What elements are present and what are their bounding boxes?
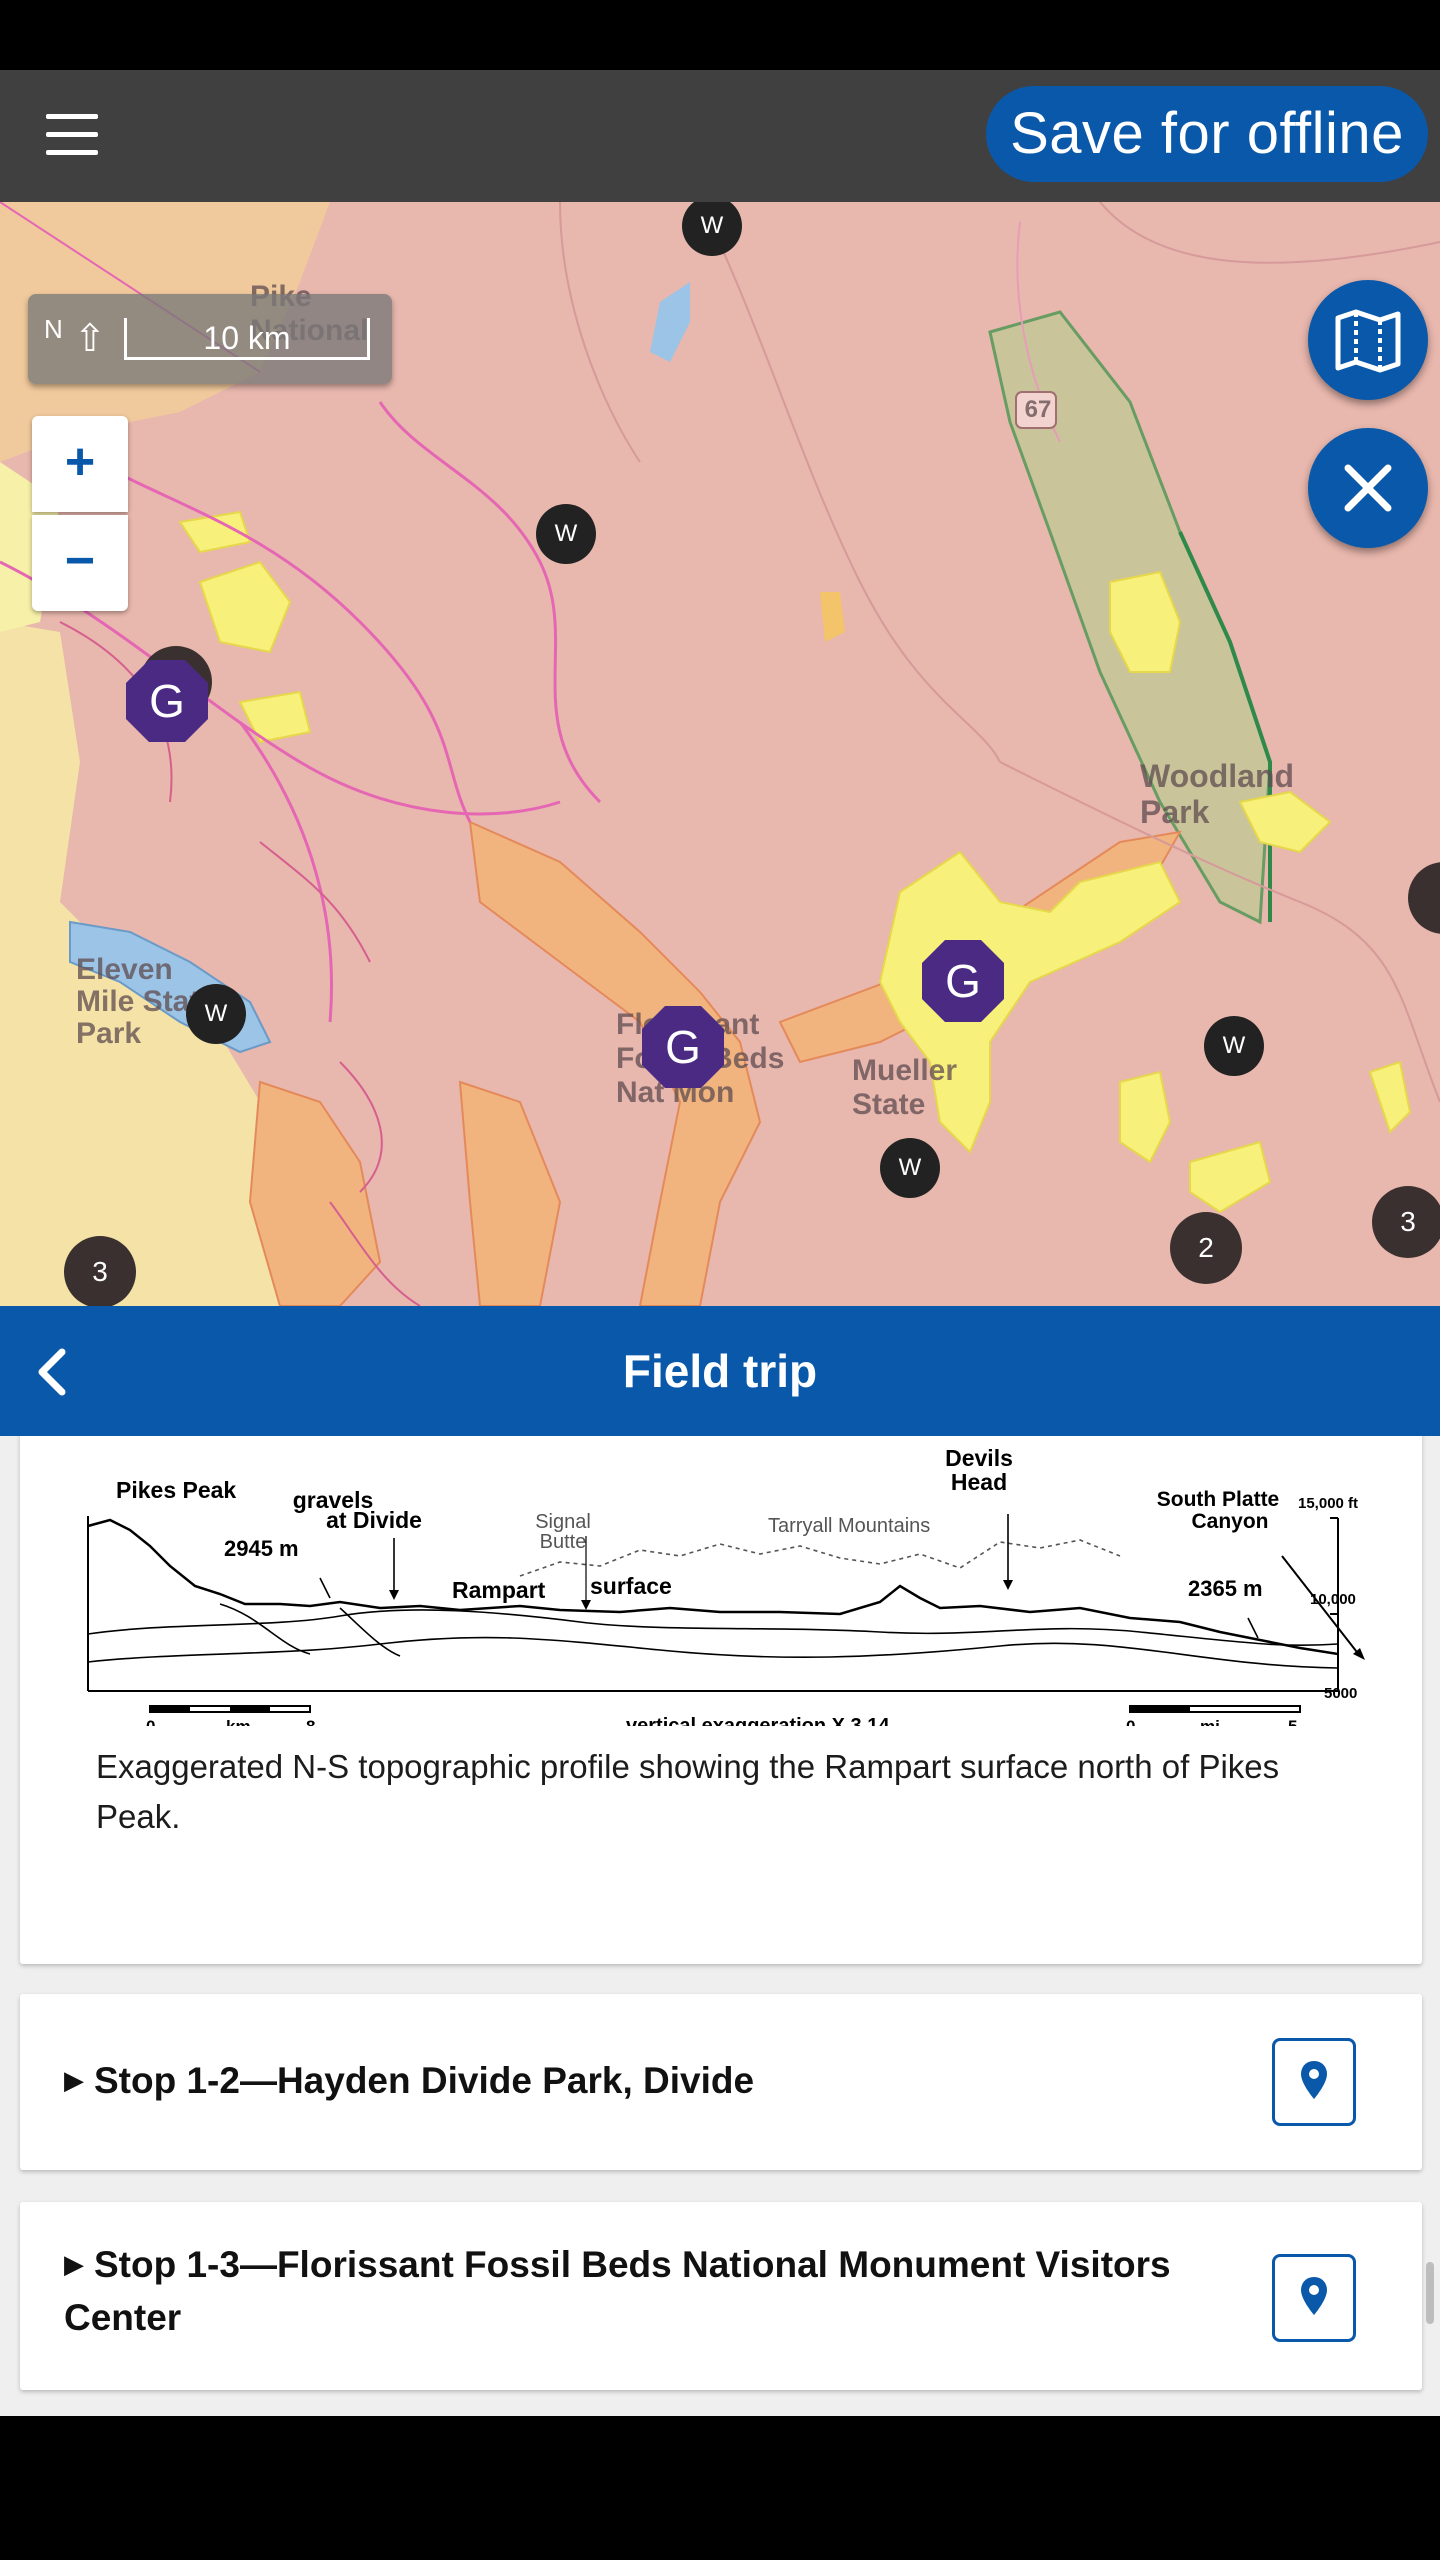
panel-header: Field trip (0, 1306, 1440, 1436)
label-mi-unit: mi (1200, 1717, 1220, 1726)
cluster-marker[interactable]: 2 (1170, 1212, 1242, 1284)
hamburger-menu-icon[interactable] (42, 112, 102, 160)
map-label-mueller-state: Mueller State (852, 1054, 958, 1121)
label-elev-2365: 2365 m (1188, 1576, 1263, 1601)
stop-card[interactable]: ▶ Stop 1-3—Florissant Fossil Beds Nationa… (20, 2202, 1422, 2390)
waypoint-marker[interactable]: W (186, 984, 246, 1044)
show-on-map-button[interactable] (1272, 2254, 1356, 2342)
show-on-map-button[interactable] (1272, 2038, 1356, 2126)
label-km-0: 0 (146, 1717, 155, 1726)
stop-card[interactable]: ▶ Stop 1-2—Hayden Divide Park, Divide (20, 1994, 1422, 2170)
back-button[interactable] (18, 1336, 88, 1406)
geology-stop-marker[interactable]: G (920, 938, 1006, 1024)
location-pin-icon (1301, 2061, 1327, 2099)
scale-distance: 10 km (124, 318, 370, 360)
north-label: N (44, 314, 63, 344)
label-vertical-exaggeration: vertical exaggeration X 3.14 (626, 1715, 890, 1726)
zoom-in-button[interactable]: + (32, 416, 128, 512)
stop-title: ▶ Stop 1-3—Florissant Fossil Beds Nationa… (64, 2244, 1171, 2338)
zoom-out-button[interactable]: − (32, 515, 128, 611)
label-15000-ft: 15,000 ft (1298, 1495, 1358, 1512)
label-head: Head (951, 1469, 1007, 1495)
map-label-woodland-park: Woodland Park (1140, 758, 1295, 830)
chevron-left-icon (38, 1348, 66, 1396)
label-elev-2945: 2945 m (224, 1536, 299, 1561)
geology-stop-marker[interactable]: G (640, 1004, 726, 1090)
cluster-marker[interactable]: 3 (64, 1236, 136, 1306)
system-nav-bar (0, 2416, 1440, 2560)
label-canyon: Canyon (1191, 1510, 1268, 1533)
label-rampart: Rampart (452, 1577, 546, 1603)
geologic-map[interactable]: 67 Pike National Woodland Park Eleven Mi… (0, 202, 1440, 1306)
location-pin-icon (1301, 2277, 1327, 2315)
close-icon (1344, 464, 1392, 512)
scale-bar-widget: N ⇧ 10 km (28, 294, 392, 384)
waypoint-marker[interactable]: W (880, 1138, 940, 1198)
label-5000: 5000 (1324, 1685, 1357, 1702)
top-app-bar: Save for offline (0, 70, 1440, 202)
close-map-button[interactable] (1308, 428, 1428, 548)
waypoint-marker[interactable]: W (536, 504, 596, 564)
route-shield-label: 67 (1024, 396, 1052, 423)
label-at-divide: at Divide (326, 1507, 422, 1533)
north-arrow-icon: ⇧ (74, 318, 106, 360)
label-10000: 10,000 (1310, 1591, 1356, 1608)
map-layers-button[interactable] (1308, 280, 1428, 400)
status-bar (0, 0, 1440, 70)
label-tarryall-mountains: Tarryall Mountains (768, 1515, 930, 1537)
label-pikes-peak: Pikes Peak (116, 1477, 236, 1503)
figure-caption: Exaggerated N-S topographic profile show… (96, 1748, 1280, 1835)
label-mi-0: 0 (1126, 1717, 1135, 1726)
topographic-profile-figure: Pikes Peak gravels at Divide 2945 m Sign… (87, 1445, 1365, 1726)
stop-title: ▶ Stop 1-2—Hayden Divide Park, Divide (64, 2060, 755, 2101)
label-signal: Signal (535, 1511, 591, 1533)
save-for-offline-button[interactable]: Save for offline (986, 86, 1428, 182)
label-south-platte: South Platte (1157, 1488, 1280, 1511)
figure-card: Pikes Peak gravels at Divide 2945 m Sign… (20, 1436, 1422, 1964)
panel-title: Field trip (622, 1345, 818, 1397)
label-km-unit: km (226, 1717, 251, 1726)
label-km-8: 8 (306, 1717, 315, 1726)
scrollbar-thumb[interactable] (1426, 2262, 1434, 2324)
map-icon (1335, 309, 1401, 373)
panel-content[interactable]: Pikes Peak gravels at Divide 2945 m Sign… (0, 1436, 1440, 2416)
label-devils: Devils (945, 1445, 1013, 1471)
geology-stop-marker[interactable]: G (124, 658, 210, 744)
label-butte: Butte (540, 1531, 587, 1553)
label-mi-5: 5 (1288, 1717, 1297, 1726)
cluster-marker[interactable]: 3 (1372, 1186, 1440, 1258)
label-surface: surface (590, 1573, 672, 1599)
waypoint-marker[interactable]: W (1204, 1016, 1264, 1076)
app-screen: Save for offline 67 Woodland Park Eleven… (0, 0, 1440, 2560)
